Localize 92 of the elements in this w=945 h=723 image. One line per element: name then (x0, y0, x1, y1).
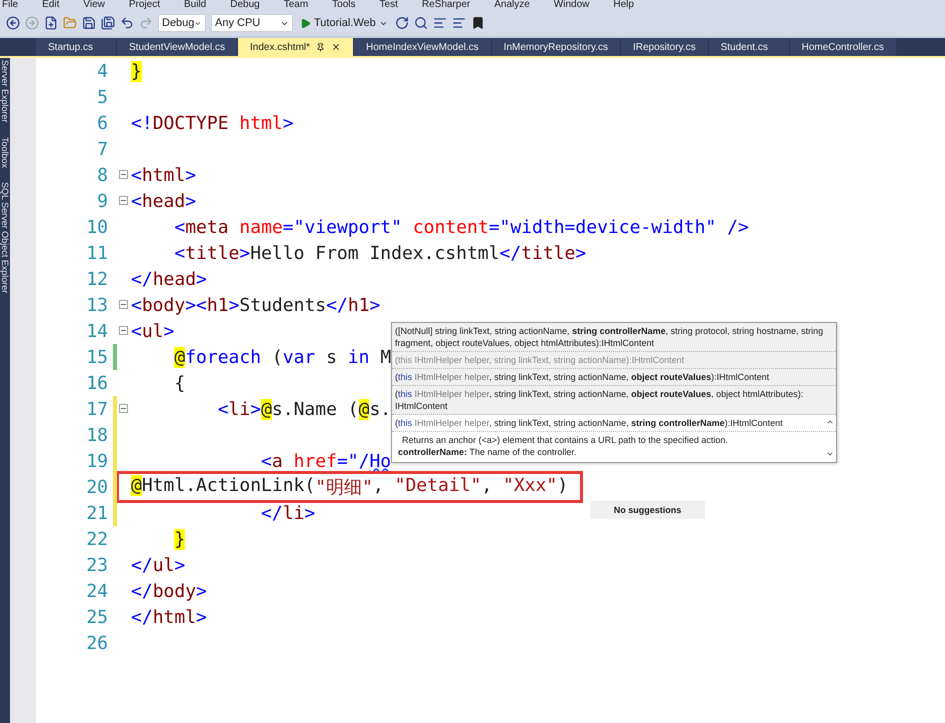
code-line: <!DOCTYPE html> (131, 112, 294, 134)
overload-item[interactable]: (this IHtmlHelper helper, string linkText, string actionName, object routeValues, object htmlAttributes): IHtmlContent (392, 386, 836, 415)
scroll-down-icon[interactable] (826, 450, 834, 458)
parameter-text: controllerName: The name of the controller. (398, 446, 578, 458)
bookmark-icon[interactable] (470, 16, 485, 30)
line-number: 16 (85, 372, 108, 394)
align-icon[interactable] (452, 16, 466, 30)
file-tab[interactable]: HomeController.cs (790, 38, 896, 56)
code-line: </body> (131, 580, 207, 602)
line-number: 20 (85, 476, 108, 498)
line-number: 22 (85, 528, 108, 550)
back-icon[interactable] (6, 16, 20, 30)
no-suggestions-popup: No suggestions (590, 501, 705, 519)
collapse-icon[interactable] (119, 326, 128, 335)
file-tab[interactable]: StudentViewModel.cs (117, 38, 237, 56)
side-panel-tab[interactable]: SQL Server Object Explorer (0, 182, 10, 293)
code-line: </ul> (131, 554, 186, 576)
line-number: 8 (96, 164, 108, 186)
file-tab[interactable]: HomeIndexViewModel.cs (354, 38, 491, 56)
code-line: <meta name="viewport" content="width=device-width" /> (173, 216, 749, 238)
menu-item[interactable]: Window (554, 0, 590, 10)
line-number: 25 (85, 606, 108, 628)
line-number: 4 (96, 60, 108, 82)
menu-item[interactable]: Debug (230, 0, 260, 10)
line-number: 5 (96, 86, 108, 108)
save-all-icon[interactable] (101, 16, 115, 30)
line-number: 12 (85, 268, 108, 290)
platform-dropdown[interactable]: Any CPU (211, 14, 293, 32)
search-icon[interactable] (414, 16, 428, 30)
line-number: 11 (85, 242, 108, 264)
line-number: 6 (96, 112, 108, 134)
code-line: <body><h1>Students</h1> (131, 294, 380, 316)
configuration-dropdown[interactable]: Debug (158, 14, 206, 32)
collapse-icon[interactable] (119, 196, 128, 205)
line-number: 18 (85, 424, 108, 446)
menu-item[interactable]: Help (613, 0, 634, 10)
menu-item[interactable]: Tools (332, 0, 356, 10)
line-number: 26 (85, 632, 108, 654)
code-line: </li> (260, 502, 316, 524)
overload-item[interactable]: (this IHtmlHelper helper, string linkText, string actionName, string controllerName):IHtmlContent (392, 415, 836, 432)
undo-icon[interactable] (120, 16, 134, 30)
side-panel-tab[interactable]: Server Explorer (0, 60, 10, 123)
file-tab[interactable]: Index.cshtml* (238, 38, 354, 56)
new-file-icon[interactable] (44, 16, 58, 30)
line-number: 19 (85, 450, 108, 472)
collapse-icon[interactable] (119, 300, 128, 309)
menu-item[interactable]: Build (184, 0, 206, 10)
pin-icon[interactable] (316, 42, 326, 52)
collapse-icon[interactable] (119, 404, 128, 413)
line-number: 17 (85, 398, 108, 420)
code-line: { (173, 372, 186, 394)
code-line: </head> (131, 268, 207, 290)
line-number: 13 (85, 294, 108, 316)
file-tab[interactable]: Student.cs (708, 38, 789, 56)
code-line: </html> (131, 606, 207, 628)
menu-item[interactable]: View (83, 0, 105, 10)
menu-item[interactable]: Test (380, 0, 398, 10)
menu-item[interactable]: ReSharper (422, 0, 470, 10)
code-line: <a href="/Ho (260, 450, 392, 472)
line-number: 23 (85, 554, 108, 576)
file-tab[interactable]: InMemoryRepository.cs (492, 38, 620, 56)
menu-item[interactable]: File (2, 0, 18, 10)
line-number: 9 (96, 190, 108, 212)
menu-item[interactable]: Project (128, 0, 160, 10)
line-number: 15 (85, 346, 108, 368)
line-number: 24 (85, 580, 108, 602)
menu-item[interactable]: Analyze (494, 0, 530, 10)
line-number: 21 (85, 502, 108, 524)
description-text: Returns an anchor (<a>) element that contains a URL path to the specified action. (402, 434, 729, 446)
overload-item[interactable]: ([NotNull] string linkText, string actionName, string controllerName, string protocol, string hostname, string fragment, object routeValues, object htmlAttributes):IHtmlContent (392, 323, 836, 352)
code-line: <title>Hello From Index.cshtml</title> (173, 242, 586, 264)
code-line: <ul> (131, 320, 174, 342)
side-panel-tab[interactable]: Toolbox (0, 136, 10, 168)
line-number: 14 (85, 320, 108, 342)
code-line: <head> (131, 190, 196, 212)
file-tab[interactable]: IRepository.cs (620, 38, 708, 56)
close-icon[interactable] (331, 42, 342, 52)
save-icon[interactable] (82, 16, 96, 30)
play-icon (300, 18, 311, 28)
line-number: 10 (85, 216, 108, 238)
collapse-icon[interactable] (119, 170, 128, 179)
scroll-up-icon[interactable] (826, 418, 834, 426)
refresh-icon[interactable] (394, 16, 409, 30)
file-tab[interactable]: Startup.cs (36, 38, 116, 56)
menu-item[interactable]: Team (284, 0, 308, 10)
code-line: <html> (131, 164, 196, 186)
menu-item[interactable]: Edit (42, 0, 60, 10)
line-number: 7 (96, 138, 108, 160)
overload-item[interactable]: (this IHtmlHelper helper, string linkText, string actionName, object routeValues):IHtmlContent (392, 369, 836, 386)
code-line: @foreach (var s in M (173, 346, 392, 368)
align-icon[interactable] (432, 16, 447, 30)
run-button[interactable]: Tutorial.Web (298, 17, 390, 29)
